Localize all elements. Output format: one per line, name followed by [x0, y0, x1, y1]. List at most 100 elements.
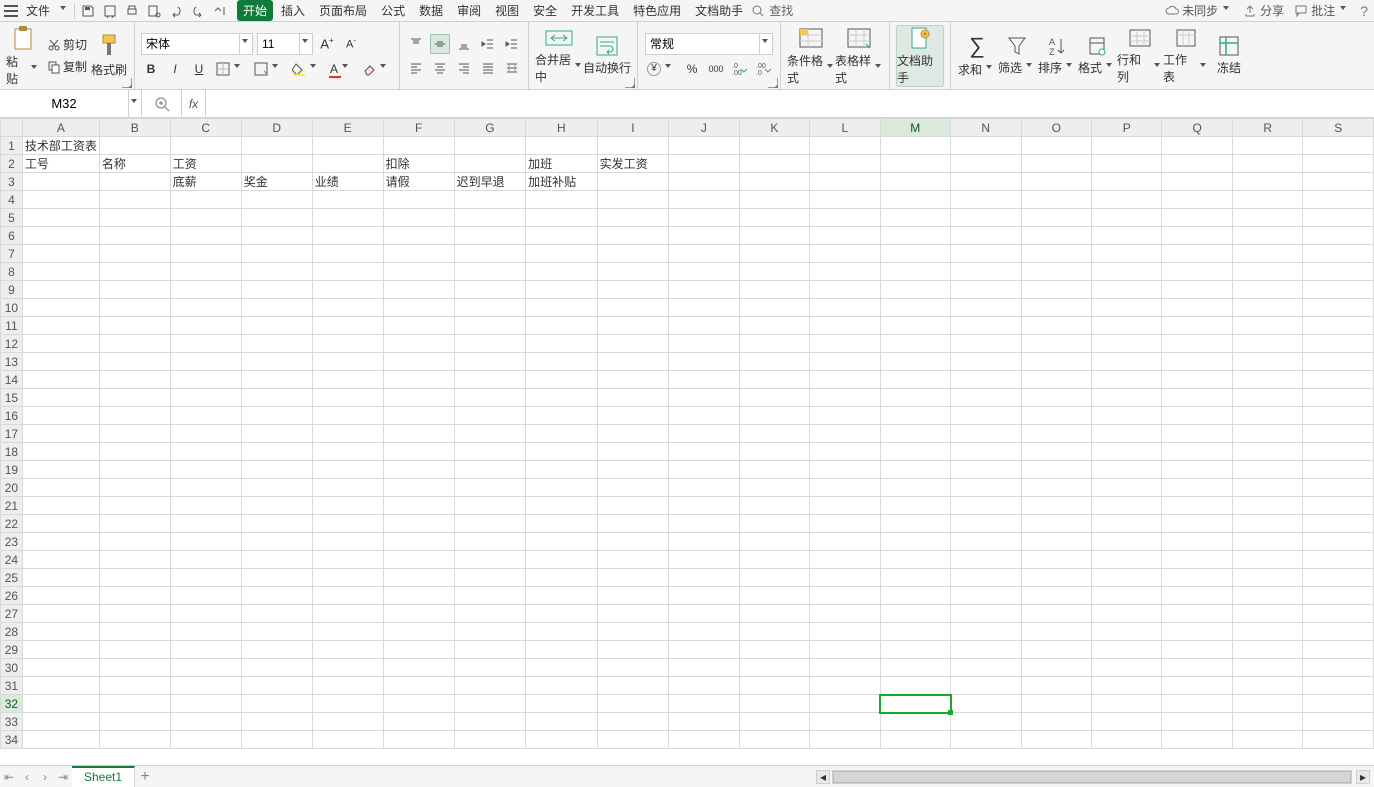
cell-J21[interactable]	[669, 497, 739, 515]
cell-F12[interactable]	[383, 335, 454, 353]
cell-C20[interactable]	[170, 479, 241, 497]
cell-L25[interactable]	[810, 569, 880, 587]
cell-M12[interactable]	[880, 335, 951, 353]
hscroll-track[interactable]	[832, 770, 1352, 784]
name-box-dropdown-icon[interactable]	[128, 90, 141, 117]
cell-S4[interactable]	[1303, 191, 1374, 209]
redo-icon[interactable]	[189, 2, 207, 20]
cell-H30[interactable]	[526, 659, 598, 677]
cell-D12[interactable]	[241, 335, 312, 353]
cell-I18[interactable]	[597, 443, 669, 461]
tab-doc-assistant[interactable]: 文档助手	[689, 0, 749, 21]
cell-S16[interactable]	[1303, 407, 1374, 425]
row-header-12[interactable]: 12	[1, 335, 23, 353]
cell-O10[interactable]	[1021, 299, 1092, 317]
cell-J29[interactable]	[669, 641, 739, 659]
cell-F17[interactable]	[383, 425, 454, 443]
cell-B19[interactable]	[99, 461, 170, 479]
cell-C21[interactable]	[170, 497, 241, 515]
cell-I34[interactable]	[597, 731, 669, 749]
cell-K27[interactable]	[739, 605, 809, 623]
insert-function-button[interactable]: fx	[182, 90, 206, 117]
cell-M16[interactable]	[880, 407, 951, 425]
cell-M4[interactable]	[880, 191, 951, 209]
conditional-format-button[interactable]: 条件格式	[787, 25, 835, 87]
cell-P25[interactable]	[1092, 569, 1162, 587]
cell-O1[interactable]	[1021, 137, 1092, 155]
cell-A2[interactable]: 工号	[22, 155, 99, 173]
cell-L13[interactable]	[810, 353, 880, 371]
col-header-Q[interactable]: Q	[1162, 119, 1233, 137]
cell-R16[interactable]	[1232, 407, 1302, 425]
cell-N4[interactable]	[951, 191, 1021, 209]
cell-G23[interactable]	[454, 533, 526, 551]
cell-F10[interactable]	[383, 299, 454, 317]
cell-R30[interactable]	[1232, 659, 1302, 677]
cell-O28[interactable]	[1021, 623, 1092, 641]
cell-L34[interactable]	[810, 731, 880, 749]
cell-O9[interactable]	[1021, 281, 1092, 299]
cell-D24[interactable]	[241, 551, 312, 569]
cell-D3[interactable]: 奖金	[241, 173, 312, 191]
cell-S14[interactable]	[1303, 371, 1374, 389]
row-header-13[interactable]: 13	[1, 353, 23, 371]
cell-E16[interactable]	[312, 407, 383, 425]
cell-D19[interactable]	[241, 461, 312, 479]
cell-J31[interactable]	[669, 677, 739, 695]
cell-K17[interactable]	[739, 425, 809, 443]
cell-B22[interactable]	[99, 515, 170, 533]
cell-Q18[interactable]	[1162, 443, 1233, 461]
cell-J19[interactable]	[669, 461, 739, 479]
cell-P21[interactable]	[1092, 497, 1162, 515]
cell-R2[interactable]	[1232, 155, 1302, 173]
cell-B5[interactable]	[99, 209, 170, 227]
cell-M11[interactable]	[880, 317, 951, 335]
print-icon[interactable]	[123, 2, 141, 20]
cell-J23[interactable]	[669, 533, 739, 551]
cell-A23[interactable]	[22, 533, 99, 551]
cell-A25[interactable]	[22, 569, 99, 587]
cell-P9[interactable]	[1092, 281, 1162, 299]
cell-F33[interactable]	[383, 713, 454, 731]
cell-D15[interactable]	[241, 389, 312, 407]
cell-S12[interactable]	[1303, 335, 1374, 353]
cell-A26[interactable]	[22, 587, 99, 605]
cell-I9[interactable]	[597, 281, 669, 299]
cell-P20[interactable]	[1092, 479, 1162, 497]
cell-R15[interactable]	[1232, 389, 1302, 407]
cell-G25[interactable]	[454, 569, 526, 587]
cell-S30[interactable]	[1303, 659, 1374, 677]
cell-M27[interactable]	[880, 605, 951, 623]
cut-button[interactable]: 剪切	[44, 35, 90, 55]
cell-R34[interactable]	[1232, 731, 1302, 749]
cell-C26[interactable]	[170, 587, 241, 605]
cell-M32[interactable]	[880, 695, 951, 713]
cell-E5[interactable]	[312, 209, 383, 227]
cell-J30[interactable]	[669, 659, 739, 677]
cell-F9[interactable]	[383, 281, 454, 299]
cell-I10[interactable]	[597, 299, 669, 317]
cell-Q29[interactable]	[1162, 641, 1233, 659]
align-middle-button[interactable]	[430, 34, 450, 54]
cell-Q11[interactable]	[1162, 317, 1233, 335]
cell-Q9[interactable]	[1162, 281, 1233, 299]
cell-I5[interactable]	[597, 209, 669, 227]
cell-K10[interactable]	[739, 299, 809, 317]
cell-B2[interactable]: 名称	[99, 155, 170, 173]
cell-B20[interactable]	[99, 479, 170, 497]
cell-I20[interactable]	[597, 479, 669, 497]
cell-J15[interactable]	[669, 389, 739, 407]
cell-R4[interactable]	[1232, 191, 1302, 209]
hscroll-thumb[interactable]	[833, 771, 1351, 783]
cell-O31[interactable]	[1021, 677, 1092, 695]
cell-O25[interactable]	[1021, 569, 1092, 587]
cell-N10[interactable]	[951, 299, 1021, 317]
cell-C32[interactable]	[170, 695, 241, 713]
cell-B29[interactable]	[99, 641, 170, 659]
cell-A28[interactable]	[22, 623, 99, 641]
cell-G34[interactable]	[454, 731, 526, 749]
cell-E14[interactable]	[312, 371, 383, 389]
cell-A3[interactable]	[22, 173, 99, 191]
cell-O29[interactable]	[1021, 641, 1092, 659]
cell-P32[interactable]	[1092, 695, 1162, 713]
